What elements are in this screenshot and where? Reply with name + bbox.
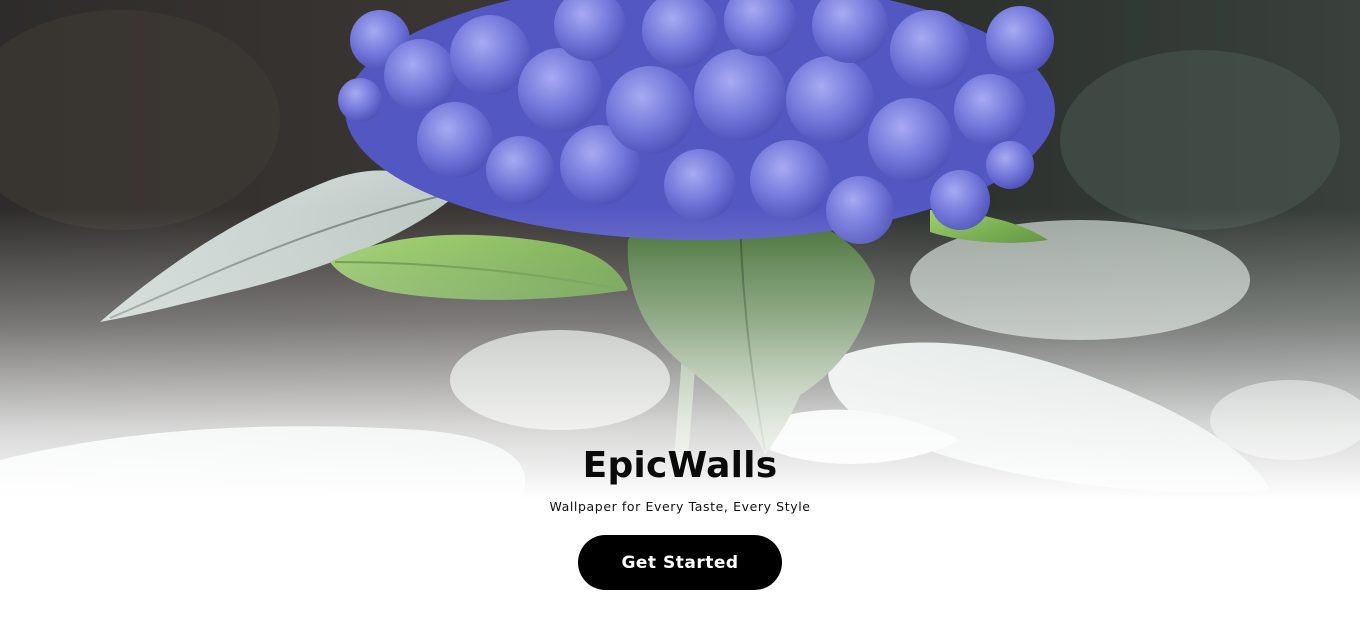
get-started-button[interactable]: Get Started [578, 535, 782, 590]
hero-tagline: Wallpaper for Every Taste, Every Style [549, 499, 811, 514]
hero-section: EpicWalls Wallpaper for Every Taste, Eve… [0, 0, 1360, 631]
brand-title: EpicWalls [582, 445, 778, 486]
hero-content: EpicWalls Wallpaper for Every Taste, Eve… [0, 440, 1360, 590]
